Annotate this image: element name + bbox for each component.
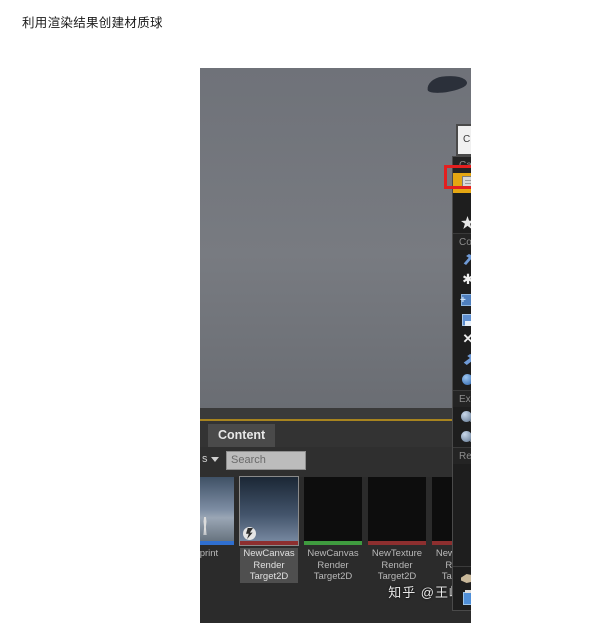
menu-item-size-map[interactable]: Size Map...Alt+Shift+M [453, 524, 471, 544]
content-browser-tabstrip: Content [200, 419, 471, 448]
magnifier-icon-glyph [461, 411, 471, 422]
visualstudio-icon [459, 571, 471, 587]
document-icon-glyph [462, 176, 471, 189]
asset-tile[interactable]: NewTexture Render Target2D [368, 477, 426, 583]
menu-item-edit[interactable]: Edit... [453, 250, 471, 270]
menu-section-header: Explore [453, 390, 471, 407]
no-icon [459, 466, 471, 482]
asset-context-menu[interactable]: Canvas Render Target ActionsCreate Mater… [452, 156, 471, 611]
menu-item-show-in-explorer[interactable]: Show in Explorer [453, 427, 471, 447]
asset-thumbnail [200, 477, 234, 545]
save-icon [459, 312, 471, 328]
duplicate-icon [459, 292, 471, 308]
no-icon [459, 506, 471, 522]
asset-thumbnail [368, 477, 426, 545]
asset-type-bar [200, 541, 234, 545]
save-icon-glyph [462, 314, 471, 326]
menu-item-open-canvasrendertarget2d-h[interactable]: Open CanvasRenderTarget2D.h [453, 569, 471, 589]
menu-section-header: Common [453, 233, 471, 250]
hammer-icon-glyph [463, 254, 471, 265]
menu-item-asset-actions[interactable]: Asset Actions [453, 350, 471, 370]
thumbnail-image [200, 477, 234, 545]
close-icon-glyph: ✕ [462, 331, 471, 346]
asset-tile[interactable]: NewCanvas Render Target2D [304, 477, 362, 583]
embedded-screenshot: C Content s Search ...print NewCanvas Ren… [200, 68, 471, 623]
tab-content[interactable]: Content [208, 424, 276, 448]
menu-item-show-in-folder-view[interactable]: Show in Folder ViewCtrl+B [453, 407, 471, 427]
wrench-icon-glyph [463, 354, 471, 365]
magnifier-icon-glyph [461, 431, 471, 442]
menu-item-create-static-texture[interactable]: Create Static Texture [453, 213, 471, 233]
wrench-icon [459, 352, 471, 368]
menu-item-save[interactable]: SaveCtrl+S [453, 310, 471, 330]
magnifier-icon [459, 409, 471, 425]
no-icon [459, 546, 471, 562]
viewport-silhouette [426, 73, 468, 95]
asset-name-label: NewCanvas Render Target2D [240, 548, 298, 583]
no-icon [459, 486, 471, 502]
menu-item-copy-file-path[interactable]: Copy File Path [453, 484, 471, 504]
no-icon [459, 526, 471, 542]
floating-tooltip-label: C [463, 134, 471, 145]
visualstudio-icon-glyph [461, 574, 471, 583]
menu-item-duplicate[interactable]: DuplicateCtrl+W [453, 290, 471, 310]
floating-tooltip-box: C [456, 124, 471, 156]
source-control-icon [459, 590, 471, 607]
source-control-icon-glyph [463, 590, 471, 605]
search-input[interactable]: Search [226, 451, 306, 470]
menu-separator [453, 566, 471, 567]
menu-item-rename[interactable]: ✱RenameF2 [453, 270, 471, 290]
duplicate-icon-glyph [460, 294, 471, 306]
content-browser-toolbar: s Search [200, 447, 471, 477]
globe-icon [459, 372, 471, 388]
magnifier-icon [459, 429, 471, 445]
menu-item-create-material[interactable]: Create Material [453, 173, 471, 193]
asset-grid: ...print NewCanvas Render Target2D NewCanv… [200, 476, 471, 623]
asset-thumbnail [239, 476, 299, 546]
menu-section-header: Canvas Render Target Actions [453, 157, 471, 173]
chevron-down-icon [210, 456, 219, 462]
menu-item-asset-localization[interactable]: Asset Localization [453, 370, 471, 390]
menu-item-find-materials-using-this[interactable]: Find Materials Using This [453, 193, 471, 213]
asset-name-label: NewCanvas Render Target2D [307, 548, 359, 582]
menu-item-copy-reference[interactable]: Copy Reference [453, 464, 471, 484]
asterisk-icon-glyph: ✱ [462, 271, 471, 287]
star-icon-glyph [461, 216, 471, 229]
asset-tile[interactable]: ...print [200, 477, 234, 560]
menu-item-connect-to-source-control[interactable]: Connect To Source Control... [453, 589, 471, 609]
globe-icon-glyph [462, 374, 471, 385]
blueprint-badge-icon [243, 527, 256, 540]
thumbnail-image [368, 477, 426, 545]
thumbnail-image [304, 477, 362, 545]
menu-item-audit-assets[interactable]: Audit Assets...Alt+Shift+A [453, 544, 471, 564]
asset-type-bar [368, 541, 426, 545]
page-title: 利用渲染结果创建材质球 [22, 16, 163, 30]
menu-item-reference-viewer[interactable]: Reference Viewer...Alt+Shift+R [453, 504, 471, 524]
asterisk-icon: ✱ [459, 272, 471, 288]
no-icon [459, 195, 471, 211]
filters-dropdown-label: s [202, 453, 208, 465]
asset-thumbnail [304, 477, 362, 545]
hammer-icon [459, 252, 471, 268]
level-viewport[interactable] [200, 68, 471, 408]
document-icon [459, 175, 471, 191]
filters-dropdown[interactable]: s [202, 453, 219, 465]
close-icon: ✕ [459, 332, 471, 348]
asset-type-bar [304, 541, 362, 545]
asset-type-bar [240, 541, 298, 545]
menu-item-delete[interactable]: ✕DeleteDelete [453, 330, 471, 350]
menu-section-header: References [453, 447, 471, 464]
asset-name-label: ...print [200, 548, 219, 559]
asset-name-label: NewTexture Render Target2D [371, 548, 423, 582]
star-icon [459, 215, 471, 231]
asset-tile[interactable]: NewCanvas Render Target2D [239, 476, 299, 583]
